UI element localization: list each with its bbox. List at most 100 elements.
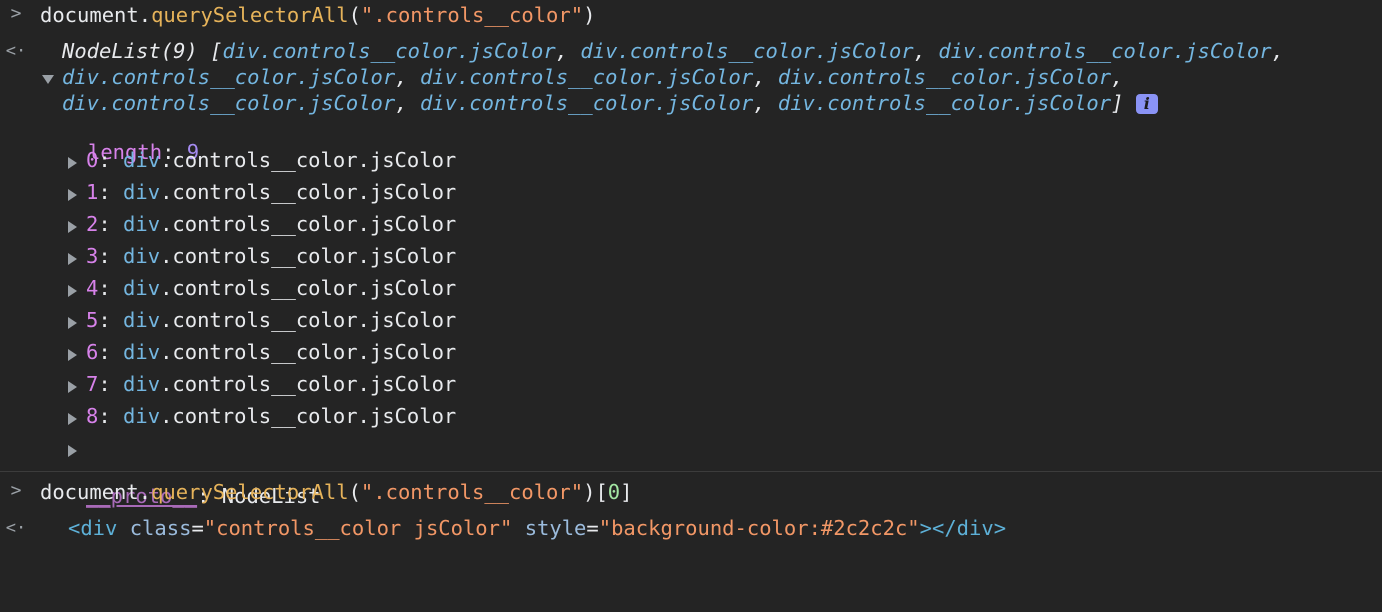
- attr-style-value: "background-color:#2c2c2c": [598, 516, 920, 540]
- summary-sep: ,: [1271, 39, 1297, 63]
- tag-name: div: [80, 516, 118, 540]
- entry-colon: :: [98, 340, 124, 364]
- nodelist-entry-row[interactable]: 5: div.controls__color.jsColor: [0, 308, 1382, 336]
- index-close: ]: [620, 480, 633, 504]
- result-arrow-icon: <·: [5, 41, 27, 61]
- attr-class-value: "controls__color jsColor": [203, 516, 513, 540]
- tag-gt: >: [919, 516, 932, 540]
- entry-index: 6: [86, 340, 99, 364]
- summary-item: div.controls__color.jsColor: [777, 65, 1112, 89]
- console-input-row[interactable]: > document.querySelectorAll(".controls__…: [0, 479, 1382, 507]
- summary-sep: ,: [395, 65, 420, 89]
- entry-tag: div: [123, 180, 161, 204]
- close-tag: </div>: [932, 516, 1007, 540]
- entry-class: .controls__color.jsColor: [160, 340, 457, 364]
- entry-line: 5: div.controls__color.jsColor: [86, 308, 456, 332]
- expand-triangle-icon[interactable]: [68, 157, 77, 169]
- entry-line: 1: div.controls__color.jsColor: [86, 180, 456, 204]
- entry-tag: div: [123, 340, 161, 364]
- expand-triangle-icon[interactable]: [68, 413, 77, 425]
- entry-tag: div: [123, 372, 161, 396]
- command-dot: .: [138, 3, 152, 27]
- entry-colon: :: [98, 244, 124, 268]
- entry-colon: :: [98, 212, 124, 236]
- proto-row[interactable]: __proto__: NodeList: [0, 436, 1382, 508]
- summary-item: div.controls__color.jsColor: [62, 91, 396, 115]
- summary-item: div.controls__color.jsColor: [419, 65, 754, 89]
- entry-class: .controls__color.jsColor: [160, 180, 457, 204]
- entry-index: 2: [86, 212, 99, 236]
- command-method: querySelectorAll: [151, 3, 349, 27]
- nodelist-entry-row[interactable]: 3: div.controls__color.jsColor: [0, 244, 1382, 272]
- command-text[interactable]: document.querySelectorAll(".controls__co…: [40, 3, 595, 27]
- command-text[interactable]: document.querySelectorAll(".controls__co…: [40, 480, 632, 504]
- entry-line: 0: div.controls__color.jsColor: [86, 148, 456, 172]
- summary-sep: ,: [555, 39, 581, 63]
- attr-eq: =: [191, 516, 204, 540]
- entry-tag: div: [123, 308, 161, 332]
- entry-class: .controls__color.jsColor: [160, 404, 457, 428]
- nodelist-entry-row[interactable]: 4: div.controls__color.jsColor: [0, 276, 1382, 304]
- entry-colon: :: [98, 276, 124, 300]
- devtools-console: > document.querySelectorAll(".controls__…: [0, 0, 1382, 548]
- nodelist-type: NodeList(9): [62, 39, 198, 63]
- result-arrow-icon: <·: [5, 518, 27, 538]
- nodelist-entry-row[interactable]: 7: div.controls__color.jsColor: [0, 372, 1382, 400]
- entry-index: 4: [86, 276, 99, 300]
- summary-sep: ,: [753, 65, 778, 89]
- entry-class: .controls__color.jsColor: [160, 372, 457, 396]
- entry-tag: div: [123, 404, 161, 428]
- entry-colon: :: [98, 372, 124, 396]
- command-argument: ".controls__color": [360, 480, 584, 504]
- element-result[interactable]: <· <div class="controls__color jsColor" …: [0, 516, 1382, 544]
- command-method: querySelectorAll: [151, 480, 349, 504]
- entry-class: .controls__color.jsColor: [160, 244, 457, 268]
- collapse-triangle-icon[interactable]: [42, 75, 54, 84]
- command-object: document: [40, 3, 139, 27]
- nodelist-entry-row[interactable]: 2: div.controls__color.jsColor: [0, 212, 1382, 240]
- expand-triangle-icon[interactable]: [68, 221, 77, 233]
- summary-item: div.controls__color.jsColor: [419, 91, 754, 115]
- entry-class: .controls__color.jsColor: [160, 212, 457, 236]
- console-divider: [0, 471, 1382, 472]
- expand-triangle-icon[interactable]: [68, 445, 77, 457]
- nodelist-entry-row[interactable]: 8: div.controls__color.jsColor: [0, 404, 1382, 432]
- expand-triangle-icon[interactable]: [68, 189, 77, 201]
- summary-item: div.controls__color.jsColor: [777, 91, 1112, 115]
- entry-tag: div: [123, 276, 161, 300]
- entry-colon: :: [98, 404, 124, 428]
- command-close-paren: ): [583, 3, 596, 27]
- info-icon[interactable]: i: [1135, 94, 1158, 114]
- entry-class: .controls__color.jsColor: [160, 148, 457, 172]
- entry-line: 4: div.controls__color.jsColor: [86, 276, 456, 300]
- entry-line: 3: div.controls__color.jsColor: [86, 244, 456, 268]
- entry-index: 1: [86, 180, 99, 204]
- entry-line: 6: div.controls__color.jsColor: [86, 340, 456, 364]
- entry-index: 0: [86, 148, 99, 172]
- expand-triangle-icon[interactable]: [68, 349, 77, 361]
- nodelist-entry-row[interactable]: 0: div.controls__color.jsColor: [0, 148, 1382, 176]
- entry-index: 3: [86, 244, 99, 268]
- entry-index: 8: [86, 404, 99, 428]
- summary-sep: ,: [1111, 65, 1136, 89]
- command-open-paren: (: [348, 480, 361, 504]
- prompt-chevron-icon: >: [10, 480, 22, 501]
- entry-index: 7: [86, 372, 99, 396]
- console-input-row[interactable]: > document.querySelectorAll(".controls__…: [0, 2, 1382, 30]
- command-object: document: [40, 480, 139, 504]
- entry-line: 7: div.controls__color.jsColor: [86, 372, 456, 396]
- nodelist-summary[interactable]: NodeList(9) [div.controls__color.jsColor…: [62, 38, 1296, 116]
- index-value: 0: [607, 480, 621, 504]
- html-element[interactable]: <div class="controls__color jsColor" sty…: [68, 516, 1006, 540]
- command-close-paren: ): [583, 480, 596, 504]
- expand-triangle-icon[interactable]: [68, 317, 77, 329]
- nodelist-result: <· NodeList(9) [div.controls__color.jsCo…: [0, 38, 1382, 118]
- entry-tag: div: [123, 148, 161, 172]
- entry-colon: :: [98, 180, 124, 204]
- expand-triangle-icon[interactable]: [68, 285, 77, 297]
- entry-tag: div: [123, 244, 161, 268]
- expand-triangle-icon[interactable]: [68, 381, 77, 393]
- expand-triangle-icon[interactable]: [68, 253, 77, 265]
- nodelist-entry-row[interactable]: 6: div.controls__color.jsColor: [0, 340, 1382, 368]
- nodelist-entry-row[interactable]: 1: div.controls__color.jsColor: [0, 180, 1382, 208]
